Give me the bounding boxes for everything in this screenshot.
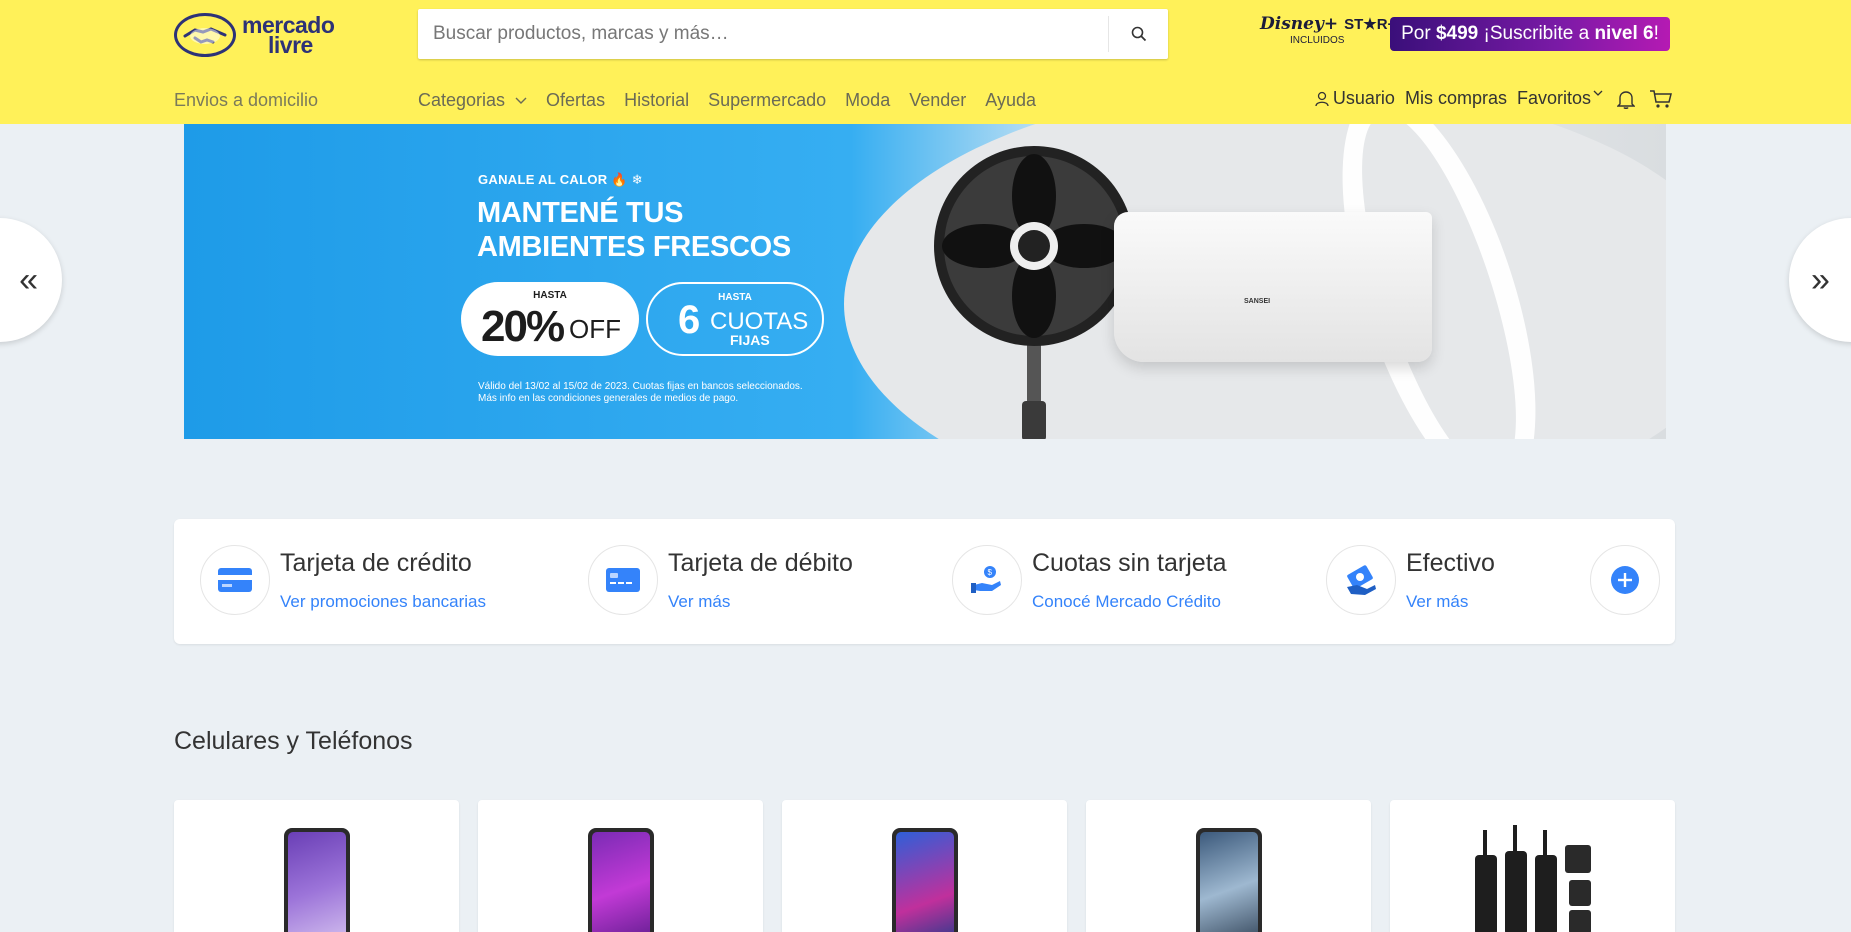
- payment-installments[interactable]: $ Cuotas sin tarjeta Conocé Mercado Créd…: [952, 545, 1227, 615]
- handshake-icon: [174, 13, 236, 57]
- installments-badge: HASTA 6 CUOTAS FIJAS: [646, 282, 824, 356]
- user-icon: [1315, 91, 1329, 106]
- disney-sub-label: INCLUIDOS: [1290, 35, 1345, 46]
- notifications-button[interactable]: [1617, 89, 1635, 109]
- payment-title: Cuotas sin tarjeta: [1032, 549, 1227, 577]
- discount-badge: HASTA 20% OFF: [461, 282, 639, 356]
- nav-ayuda[interactable]: Ayuda: [985, 90, 1036, 111]
- chevron-down-icon: [1593, 90, 1603, 96]
- banner-title: MANTENÉ TUS AMBIENTES FRESCOS: [477, 197, 791, 263]
- payment-methods-panel: Tarjeta de crédito Ver promociones banca…: [174, 519, 1675, 644]
- phone-image: [588, 828, 654, 932]
- fan-image: [934, 146, 1134, 439]
- payment-title: Tarjeta de crédito: [280, 549, 472, 577]
- logo-wordmark: mercado livre: [242, 12, 335, 58]
- carousel-next-button[interactable]: »: [1789, 218, 1851, 342]
- double-chevron-left-icon: «: [19, 260, 38, 299]
- cash-icon: [1326, 545, 1396, 615]
- air-conditioner-image: SANSEI: [1114, 212, 1432, 362]
- search-button[interactable]: [1108, 16, 1168, 52]
- carousel-prev-button[interactable]: «: [0, 218, 62, 342]
- payment-credit-card[interactable]: Tarjeta de crédito Ver promociones banca…: [200, 545, 486, 615]
- svg-text:$: $: [988, 568, 993, 577]
- user-nav: Usuario Mis compras Favoritos: [1305, 88, 1673, 109]
- hand-coin-icon: $: [952, 545, 1022, 615]
- plus-icon: [1611, 566, 1639, 594]
- chevron-down-icon: [515, 97, 527, 104]
- product-card[interactable]: [1086, 800, 1371, 932]
- product-card[interactable]: [1390, 800, 1675, 932]
- credit-card-icon: [200, 545, 270, 615]
- nav-ofertas[interactable]: Ofertas: [546, 90, 605, 111]
- mercado-libre-logo[interactable]: mercado livre: [174, 12, 346, 58]
- product-card[interactable]: [174, 800, 459, 932]
- hero-banner[interactable]: GANALE AL CALOR 🔥 ❄ MANTENÉ TUS AMBIENTE…: [184, 124, 1666, 439]
- favorites-link[interactable]: Favoritos: [1517, 88, 1603, 109]
- payment-link[interactable]: Ver más: [668, 592, 853, 612]
- banner-kicker: GANALE AL CALOR 🔥 ❄: [478, 172, 643, 187]
- payment-cash[interactable]: Efectivo Ver más: [1326, 545, 1495, 615]
- search-input[interactable]: [418, 9, 1108, 59]
- bell-icon: [1617, 90, 1635, 109]
- cart-icon: [1650, 89, 1672, 108]
- user-account-link[interactable]: Usuario: [1315, 88, 1395, 109]
- disney-logo: Disney+ ST★R+: [1260, 14, 1397, 34]
- phone-image: [284, 828, 350, 932]
- payment-title: Tarjeta de débito: [668, 549, 853, 577]
- shipping-location[interactable]: Envios a domicilio: [174, 90, 318, 111]
- nav-supermercado[interactable]: Supermercado: [708, 90, 826, 111]
- nav-vender[interactable]: Vender: [909, 90, 966, 111]
- disney-star-badge[interactable]: Disney+ ST★R+ INCLUIDOS: [1260, 14, 1397, 58]
- cart-button[interactable]: [1649, 89, 1673, 109]
- debit-card-icon: [588, 545, 658, 615]
- payment-link[interactable]: Ver promociones bancarias: [280, 592, 486, 612]
- payment-title: Efectivo: [1406, 549, 1495, 577]
- main-nav: Categorias Ofertas Historial Supermercad…: [418, 90, 1055, 111]
- payment-debit-card[interactable]: Tarjeta de débito Ver más: [588, 545, 853, 615]
- banner-legal-text: Válido del 13/02 al 15/02 de 2023. Cuota…: [478, 381, 803, 404]
- more-payment-methods-button[interactable]: [1590, 545, 1660, 615]
- section-title: Celulares y Teléfonos: [174, 727, 413, 755]
- search-icon: [1131, 26, 1146, 42]
- product-card[interactable]: [478, 800, 763, 932]
- product-card[interactable]: [782, 800, 1067, 932]
- my-purchases-link[interactable]: Mis compras: [1405, 88, 1507, 109]
- walkie-talkie-image: [1475, 825, 1591, 932]
- search-bar: [418, 9, 1168, 59]
- header: mercado livre Disney+ST★R+ INCLUIDOS Por…: [0, 0, 1851, 124]
- payment-link[interactable]: Ver más: [1406, 592, 1495, 612]
- double-chevron-right-icon: »: [1811, 260, 1830, 299]
- phone-image: [892, 828, 958, 932]
- subscription-promo-button[interactable]: Por $499 ¡Suscribite a nivel 6!: [1390, 17, 1670, 51]
- nav-categorias[interactable]: Categorias: [418, 90, 527, 111]
- nav-historial[interactable]: Historial: [624, 90, 689, 111]
- nav-moda[interactable]: Moda: [845, 90, 890, 111]
- payment-link[interactable]: Conocé Mercado Crédito: [1032, 592, 1227, 612]
- phone-image: [1196, 828, 1262, 932]
